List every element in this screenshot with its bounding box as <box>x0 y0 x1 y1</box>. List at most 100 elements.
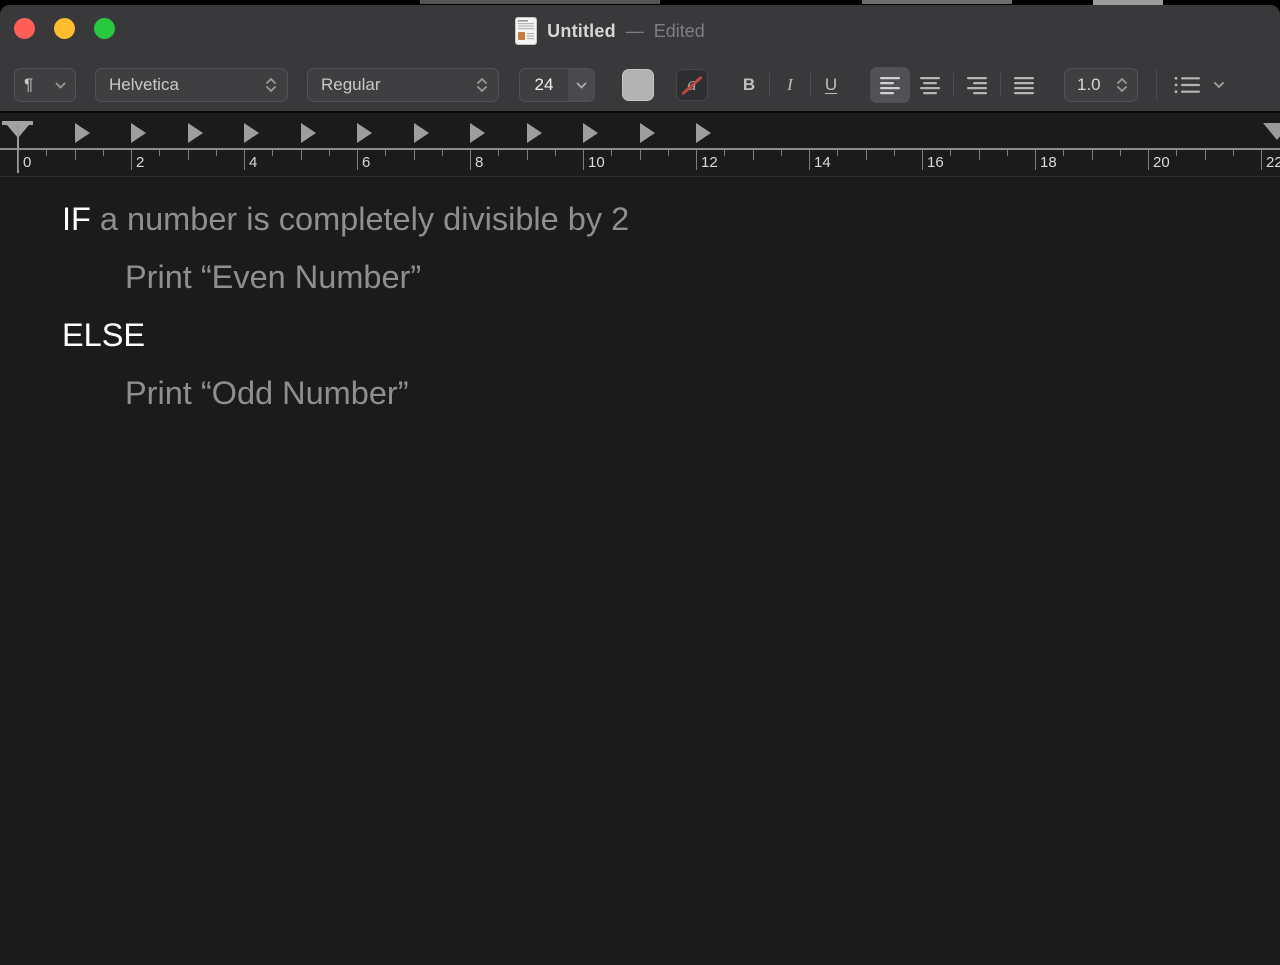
title-group: Untitled — Edited <box>515 17 705 45</box>
ruler-tick <box>159 150 160 156</box>
document-line[interactable]: ELSE <box>0 306 1280 364</box>
text-color-well[interactable] <box>622 69 654 101</box>
title-bar[interactable]: Untitled — Edited <box>0 5 1280 57</box>
ruler-tick <box>498 150 499 156</box>
ruler-tick <box>837 150 838 156</box>
ruler-label: 2 <box>136 154 144 171</box>
ruler-tick <box>131 150 132 170</box>
ruler-tick <box>103 150 104 156</box>
divider <box>1156 70 1157 100</box>
right-indent-marker[interactable] <box>1263 123 1280 140</box>
document-line[interactable]: IF a number is completely divisible by 2 <box>0 190 1280 248</box>
align-center-icon <box>918 75 942 95</box>
ruler-tick <box>950 150 951 156</box>
ruler-tick <box>809 150 810 170</box>
tab-stop-marker[interactable] <box>527 123 542 143</box>
ruler-tick <box>781 150 782 156</box>
ruler-tick <box>583 150 584 170</box>
edited-badge[interactable]: Edited <box>654 21 705 42</box>
document-proxy-icon[interactable] <box>515 17 537 45</box>
align-right-icon <box>965 75 989 95</box>
document-text: IF a number is completely divisible by 2… <box>0 178 1280 422</box>
tab-stop-marker[interactable] <box>131 123 146 143</box>
underline-button[interactable]: U <box>814 69 848 101</box>
ruler-tick <box>640 150 641 160</box>
ruler-tick <box>1007 150 1008 156</box>
font-size-dropdown-button[interactable] <box>568 69 594 101</box>
ruler-tick <box>611 150 612 156</box>
ruler-tick <box>18 150 19 170</box>
align-justify-icon <box>1012 75 1036 95</box>
font-style-select[interactable]: Regular <box>307 68 499 102</box>
ruler-tick <box>1233 150 1234 156</box>
tab-stop-marker[interactable] <box>414 123 429 143</box>
ruler-label: 4 <box>249 154 257 171</box>
tab-stop-marker[interactable] <box>470 123 485 143</box>
chevron-down-icon <box>576 82 587 89</box>
font-family-select[interactable]: Helvetica <box>95 68 288 102</box>
ruler-tick <box>866 150 867 160</box>
ruler-tick <box>188 150 189 160</box>
ruler-tick <box>1176 150 1177 156</box>
tab-stop-marker[interactable] <box>583 123 598 143</box>
ruler-tick <box>46 150 47 156</box>
ruler-label: 22 <box>1266 154 1280 171</box>
font-size-value: 24 <box>520 75 568 95</box>
text-segment-keyword: ELSE <box>62 317 145 353</box>
ruler-tick <box>385 150 386 156</box>
ruler-tick <box>75 150 76 160</box>
ruler-tick <box>1063 150 1064 156</box>
ruler-label: 10 <box>588 154 605 171</box>
ruler-tick <box>216 150 217 156</box>
ruler-tick <box>301 150 302 160</box>
ruler-tick <box>272 150 273 156</box>
desktop-background: Untitled — Edited ¶ Helvetica <box>0 0 1280 965</box>
tab-stop-marker[interactable] <box>357 123 372 143</box>
ruler-tick <box>922 150 923 170</box>
document-line[interactable]: Print “Even Number” <box>0 248 1280 306</box>
ruler-label: 6 <box>362 154 370 171</box>
chevron-down-icon <box>55 82 66 89</box>
line-spacing-stepper[interactable]: 1.0 <box>1064 68 1138 102</box>
ruler[interactable]: 0246810121416182022 <box>0 115 1280 177</box>
ruler-tick <box>329 150 330 156</box>
paragraph-style-button[interactable]: ¶ <box>14 68 76 102</box>
alignment-group <box>870 67 1044 103</box>
close-button[interactable] <box>14 18 35 39</box>
list-style-button[interactable] <box>1173 75 1225 95</box>
tab-stop-marker[interactable] <box>188 123 203 143</box>
chevron-up-down-icon <box>476 77 488 93</box>
tab-stop-marker[interactable] <box>75 123 90 143</box>
ruler-tick <box>753 150 754 160</box>
minimize-button[interactable] <box>54 18 75 39</box>
italic-button[interactable]: I <box>773 69 807 101</box>
divider <box>769 73 770 97</box>
ruler-label: 14 <box>814 154 831 171</box>
align-left-button[interactable] <box>870 67 910 103</box>
align-right-button[interactable] <box>957 67 997 103</box>
bold-button[interactable]: B <box>732 69 766 101</box>
ruler-tick <box>724 150 725 156</box>
window-chrome: Untitled — Edited ¶ Helvetica <box>0 5 1280 113</box>
ruler-tick <box>244 150 245 170</box>
ruler-tick <box>1205 150 1206 160</box>
tab-stop-marker[interactable] <box>640 123 655 143</box>
document-text-area[interactable]: IF a number is completely divisible by 2… <box>0 178 1280 965</box>
text-background-color-button[interactable]: a <box>676 69 708 101</box>
font-size-stepper[interactable]: 24 <box>519 68 595 102</box>
tab-stop-marker[interactable] <box>301 123 316 143</box>
document-line[interactable]: Print “Odd Number” <box>0 364 1280 422</box>
pilcrow-icon: ¶ <box>24 75 33 95</box>
align-center-button[interactable] <box>910 67 950 103</box>
ruler-label: 8 <box>475 154 483 171</box>
ruler-tick <box>979 150 980 160</box>
ruler-label: 12 <box>701 154 718 171</box>
title-dash: — <box>626 21 644 42</box>
traffic-lights <box>14 18 115 39</box>
align-justify-button[interactable] <box>1004 67 1044 103</box>
tab-stop-marker[interactable] <box>244 123 259 143</box>
zoom-button[interactable] <box>94 18 115 39</box>
chevron-down-icon <box>1213 81 1225 89</box>
tab-stop-marker[interactable] <box>696 123 711 143</box>
ruler-tick <box>1148 150 1149 170</box>
